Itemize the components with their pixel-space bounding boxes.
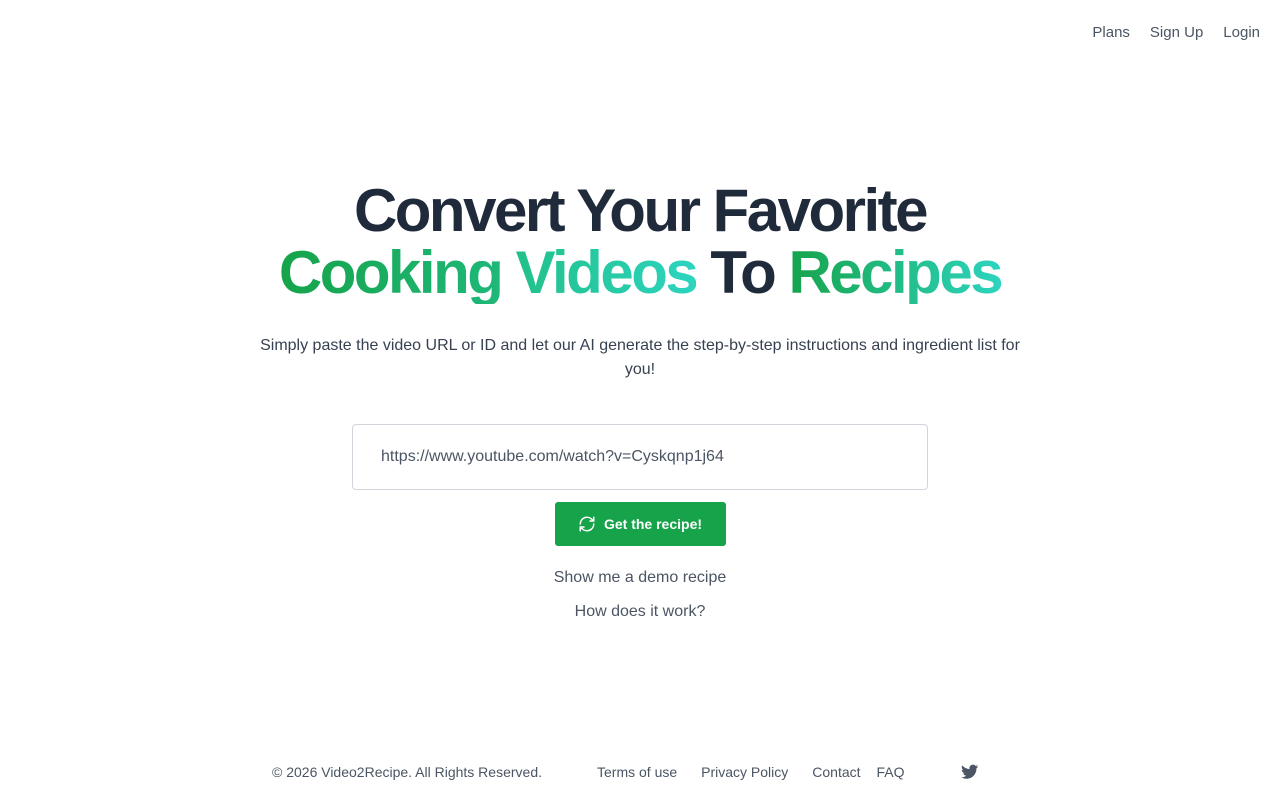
headline-word-videos: Videos [515,239,699,306]
footer-terms-link[interactable]: Terms of use [597,764,677,780]
footer-faq-link[interactable]: FAQ [877,764,905,780]
page-headline: Convert Your Favorite Cooking Videos To … [0,180,1280,304]
footer: © 2026 Video2Recipe. All Rights Reserved… [272,760,979,784]
headline-line-1: Convert Your Favorite [353,177,929,244]
headline-word-to: To [710,239,776,306]
hero-subtitle: Simply paste the video URL or ID and let… [260,337,1020,378]
footer-privacy-link[interactable]: Privacy Policy [701,764,788,780]
get-recipe-button-label: Get the recipe! [603,516,703,532]
headline-word-recipes: Recipes [788,239,1003,306]
video-url-input[interactable] [352,424,928,490]
demo-recipe-link[interactable]: Show me a demo recipe [0,566,1280,590]
refresh-icon [579,516,595,532]
page: Plans Sign Up Login Convert Your Favorit… [0,0,1280,800]
nav-login-link[interactable]: Login [1223,22,1260,44]
copyright-text: © 2026 Video2Recipe. All Rights Reserved… [272,764,542,780]
nav-plans-link[interactable]: Plans [1092,22,1130,44]
get-recipe-button[interactable]: Get the recipe! [554,502,726,546]
headline-word-cooking: Cooking [278,239,504,306]
footer-contact-link[interactable]: Contact [812,764,860,780]
top-nav: Plans Sign Up Login [1092,22,1260,44]
headline-line-2: Cooking Videos To Recipes [0,242,1280,304]
twitter-icon[interactable] [960,763,979,781]
nav-signup-link[interactable]: Sign Up [1150,22,1203,44]
how-it-works-link[interactable]: How does it work? [0,600,1280,624]
hero-section: Convert Your Favorite Cooking Videos To … [0,180,1280,624]
